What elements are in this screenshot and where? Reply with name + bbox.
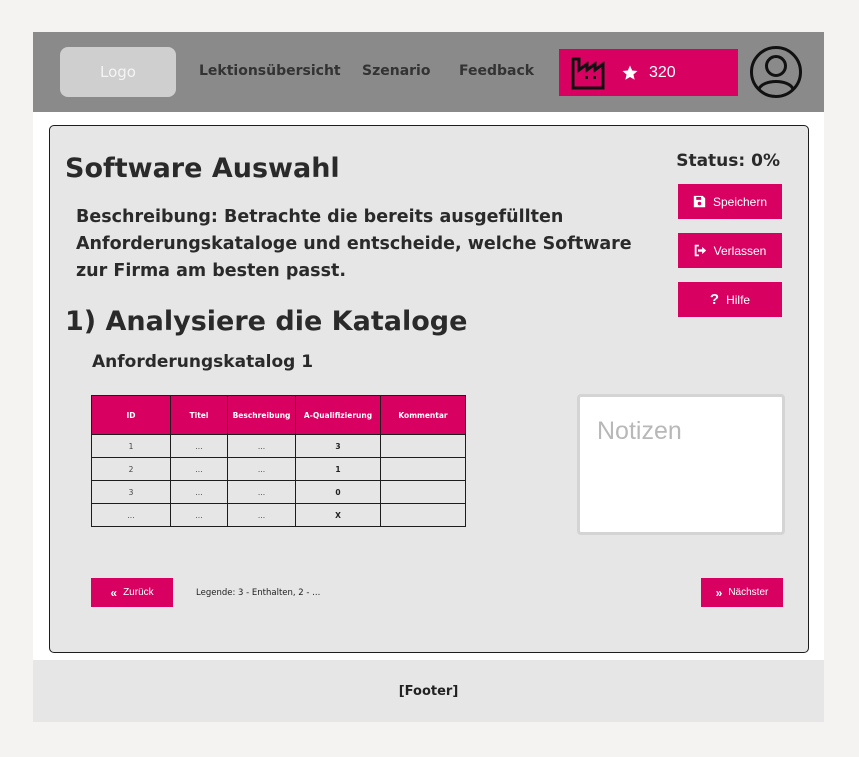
leave-button-label: Verlassen <box>713 243 767 258</box>
legend-text: Legende: 3 - Enthalten, 2 - ... <box>196 588 321 598</box>
nav-link-szenario[interactable]: Szenario <box>362 63 430 79</box>
footer: [Footer] <box>33 660 824 722</box>
column-header-a-qualifizierung: A-Qualifizierung <box>295 395 381 435</box>
column-header-kommentar: Kommentar <box>380 395 466 435</box>
table-row: 3 ... ... 0 <box>91 480 466 504</box>
cell-kommentar[interactable] <box>380 503 466 527</box>
section-title: 1) Analysiere die Kataloge <box>65 306 468 337</box>
cell-beschreibung: ... <box>227 503 296 527</box>
double-chevron-right-icon: » <box>715 585 723 600</box>
floppy-disk-icon <box>693 195 706 208</box>
table-header-row: ID Titel Beschreibung A-Qualifizierung K… <box>91 395 466 435</box>
back-button-label: Zurück <box>123 587 154 598</box>
next-button-label: Nächster <box>728 587 769 598</box>
notes-field[interactable]: Notizen <box>577 394 785 535</box>
cell-titel: ... <box>170 457 228 481</box>
cell-kommentar[interactable] <box>380 434 466 458</box>
save-button-label: Speichern <box>712 194 768 209</box>
points-value: 320 <box>649 63 676 81</box>
cell-id: 1 <box>91 434 171 458</box>
save-button[interactable]: Speichern <box>678 184 782 219</box>
catalog-title: Anforderungskatalog 1 <box>92 352 314 372</box>
cell-a-qualifizierung: 0 <box>295 480 381 504</box>
help-button-label: Hilfe <box>726 292 751 307</box>
cell-titel: ... <box>170 503 228 527</box>
footer-text: [Footer] <box>398 683 459 699</box>
back-button[interactable]: « Zurück <box>91 578 173 607</box>
exit-icon <box>694 244 706 257</box>
cell-titel: ... <box>170 480 228 504</box>
cell-id: 2 <box>91 457 171 481</box>
cell-a-qualifizierung: 1 <box>295 457 381 481</box>
next-button[interactable]: » Nächster <box>701 578 783 607</box>
nav-link-lektionsuebersicht[interactable]: Lektionsübersicht <box>199 63 341 79</box>
logo[interactable]: Logo <box>60 47 176 97</box>
cell-id: 3 <box>91 480 171 504</box>
lesson-card: Software Auswahl Status: 0% Beschreibung… <box>49 125 809 653</box>
table-row: 2 ... ... 1 <box>91 457 466 481</box>
top-navbar: Logo Lektionsübersicht Szenario Feedback… <box>33 32 824 112</box>
column-header-titel: Titel <box>170 395 228 435</box>
user-avatar-icon[interactable] <box>749 45 803 99</box>
requirements-table: ID Titel Beschreibung A-Qualifizierung K… <box>91 395 466 527</box>
factory-icon <box>571 57 605 89</box>
cell-id: ... <box>91 503 171 527</box>
description-text: Beschreibung: Betrachte die bereits ausg… <box>76 207 632 281</box>
cell-kommentar[interactable] <box>380 457 466 481</box>
table-row: 1 ... ... 3 <box>91 434 466 458</box>
double-chevron-left-icon: « <box>110 585 118 600</box>
column-header-beschreibung: Beschreibung <box>227 395 296 435</box>
cell-beschreibung: ... <box>227 480 296 504</box>
status-label: Status: 0% <box>676 151 780 171</box>
points-badge[interactable]: 320 <box>559 49 738 96</box>
cell-titel: ... <box>170 434 228 458</box>
cell-a-qualifizierung: 3 <box>295 434 381 458</box>
leave-button[interactable]: Verlassen <box>678 233 782 268</box>
page-title: Software Auswahl <box>65 153 340 184</box>
cell-a-qualifizierung: X <box>295 503 381 527</box>
help-button[interactable]: ? Hilfe <box>678 282 782 317</box>
question-mark-icon: ? <box>709 291 720 308</box>
cell-beschreibung: ... <box>227 434 296 458</box>
star-icon <box>622 65 638 80</box>
cell-beschreibung: ... <box>227 457 296 481</box>
table-row: ... ... ... X <box>91 503 466 527</box>
notes-placeholder: Notizen <box>597 417 682 445</box>
cell-kommentar[interactable] <box>380 480 466 504</box>
column-header-id: ID <box>91 395 171 435</box>
nav-link-feedback[interactable]: Feedback <box>459 63 534 79</box>
